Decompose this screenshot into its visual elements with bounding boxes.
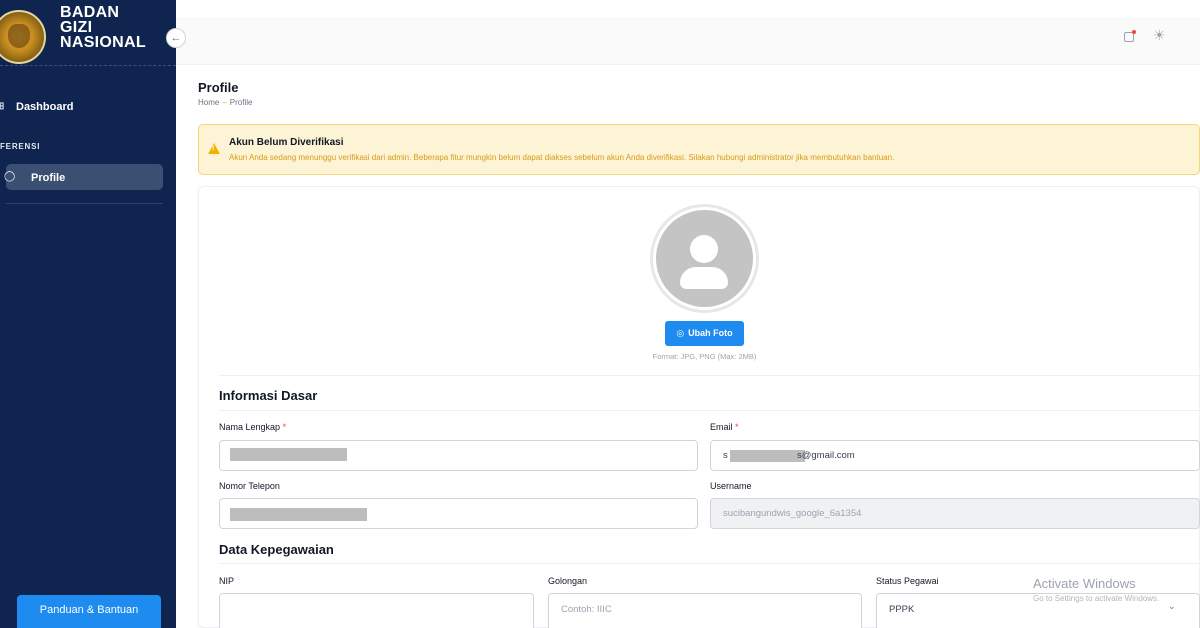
- redacted-value: [230, 448, 347, 461]
- section-title-data-kepegawaian: Data Kepegawaian: [219, 542, 334, 557]
- avatar-body: [680, 267, 728, 289]
- breadcrumb: Home – Profile: [198, 98, 252, 107]
- status-pegawai-label: Status Pegawai: [876, 576, 939, 586]
- breadcrumb-home[interactable]: Home: [198, 98, 219, 107]
- garuda-seal-icon: [0, 10, 46, 64]
- sidebar-divider: [6, 203, 163, 204]
- sidebar: BADAN GIZI NASIONAL ⊞ Dashboard FERENSI …: [0, 0, 176, 628]
- nama-lengkap-input[interactable]: [219, 440, 698, 471]
- divider: [219, 410, 1200, 411]
- alert-message: Akun Anda sedang menunggu verifikasi dar…: [229, 153, 895, 162]
- notification-icon[interactable]: [1124, 30, 1136, 42]
- change-photo-button[interactable]: ◎ Ubah Foto: [665, 321, 744, 346]
- camera-icon: ◎: [676, 328, 685, 338]
- redacted-value: [730, 450, 805, 462]
- verification-alert: Akun Belum Diverifikasi Akun Anda sedang…: [198, 124, 1200, 175]
- avatar: [656, 210, 753, 307]
- sidebar-collapse-button[interactable]: ←: [166, 28, 186, 48]
- username-label: Username: [710, 481, 752, 491]
- section-title-informasi-dasar: Informasi Dasar: [219, 388, 318, 403]
- chevron-down-icon: ⌄: [1168, 601, 1176, 611]
- golongan-input[interactable]: Contoh: IIIC: [548, 593, 862, 628]
- golongan-label: Golongan: [548, 576, 588, 586]
- photo-format-hint: Format: JPG, PNG (Max: 2MB): [652, 352, 757, 361]
- redacted-value: [230, 508, 367, 521]
- activate-windows-watermark: Activate Windows: [1033, 576, 1136, 591]
- nama-lengkap-label: Nama Lengkap *: [219, 422, 287, 432]
- logo[interactable]: BADAN GIZI NASIONAL: [0, 0, 176, 66]
- arrow-left-icon: ←: [170, 32, 182, 44]
- logo-text: BADAN GIZI NASIONAL: [60, 4, 146, 51]
- nomor-telepon-input[interactable]: [219, 498, 698, 529]
- avatar-head: [690, 235, 718, 263]
- alert-title: Akun Belum Diverifikasi: [229, 137, 344, 148]
- email-label: Email *: [710, 422, 739, 432]
- divider: [219, 563, 1200, 564]
- warning-icon: [208, 143, 220, 154]
- user-icon: ◯: [4, 171, 16, 182]
- help-guide-button[interactable]: Panduan & Bantuan: [17, 595, 161, 628]
- topbar: ☀: [176, 17, 1200, 65]
- sidebar-item-profile[interactable]: ◯ Profile: [4, 164, 163, 190]
- page-title: Profile: [198, 80, 239, 95]
- theme-sun-icon[interactable]: ☀: [1153, 27, 1166, 44]
- sidebar-section-label: FERENSI: [0, 142, 41, 151]
- activate-windows-hint: Go to Settings to activate Windows.: [1033, 594, 1160, 603]
- divider: [219, 375, 1200, 376]
- breadcrumb-separator: –: [222, 98, 227, 107]
- nomor-telepon-label: Nomor Telepon: [219, 481, 280, 491]
- email-input[interactable]: s s@gmail.com: [710, 440, 1200, 471]
- username-input: sucibangundwis_google_6a1354: [710, 498, 1200, 529]
- breadcrumb-current: Profile: [229, 98, 253, 107]
- nip-label: NIP: [219, 576, 235, 586]
- dashboard-icon: ⊞: [0, 101, 5, 112]
- nip-input[interactable]: [219, 593, 534, 628]
